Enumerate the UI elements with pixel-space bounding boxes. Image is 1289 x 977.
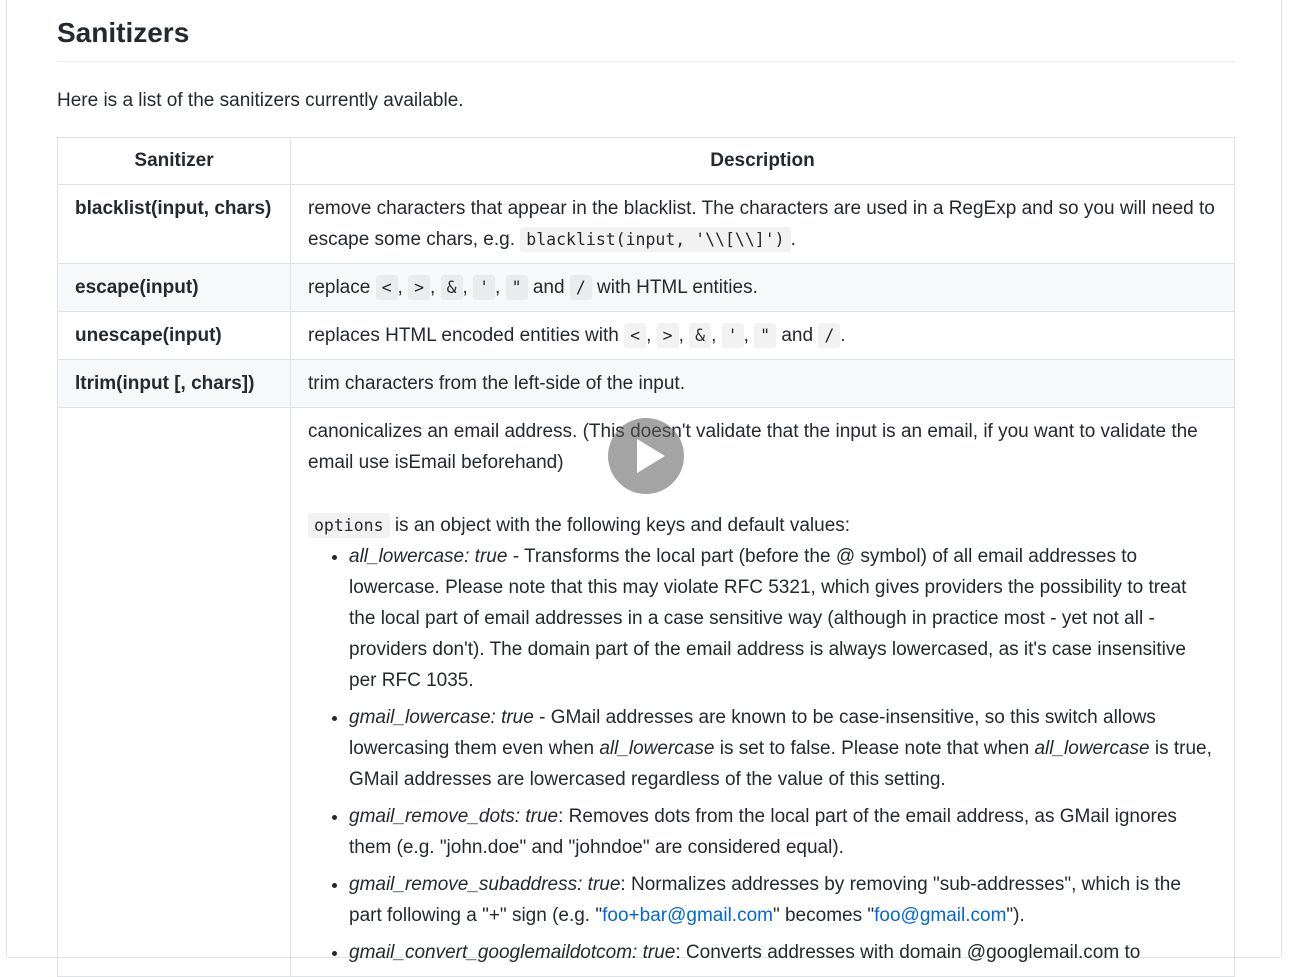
inline-code: / <box>818 323 841 348</box>
options-paragraph: options is an object with the following … <box>308 510 1217 541</box>
inline-code: options <box>308 513 390 538</box>
sanitizer-description: trim characters from the left-side of th… <box>290 359 1235 408</box>
description-text: . <box>790 229 796 250</box>
inline-code: ' <box>721 323 744 348</box>
table-row: ltrim(input [, chars]) trim characters f… <box>57 359 1235 408</box>
table-row: blacklist(input, chars) remove character… <box>57 184 1235 264</box>
option-text: - Transforms the local part (before the … <box>349 546 1187 691</box>
inline-code: > <box>656 323 679 348</box>
inline-code: > <box>408 275 431 300</box>
page-title: Sanitizers <box>57 17 190 48</box>
option-ref: all_lowercase <box>599 738 715 759</box>
sanitizer-name: escape(input) <box>57 263 291 312</box>
sanitizer-name: ltrim(input [, chars]) <box>57 359 291 408</box>
inline-code: < <box>624 323 647 348</box>
sanitizer-name: blacklist(input, chars) <box>57 184 291 264</box>
description-text: . <box>840 325 846 346</box>
description-text: and <box>527 277 570 298</box>
table-header-row: Sanitizer Description <box>57 137 1235 185</box>
list-item: gmail_remove_dots: true: Removes dots fr… <box>349 801 1217 863</box>
list-item: gmail_remove_subaddress: true: Normalize… <box>349 869 1217 931</box>
option-key: gmail_lowercase: true <box>349 707 534 728</box>
column-header-description: Description <box>290 137 1235 185</box>
options-list: all_lowercase: true - Transforms the loc… <box>308 541 1217 968</box>
option-text: is set to false. Please note that when <box>714 738 1035 759</box>
inline-code: " <box>505 275 528 300</box>
inline-code: / <box>569 275 592 300</box>
sanitizer-description: replace <, >, &, ', " and / with HTML en… <box>290 263 1235 312</box>
option-key: gmail_remove_dots: true <box>349 806 559 827</box>
intro-text: Here is a list of the sanitizers current… <box>57 90 464 111</box>
email-link[interactable]: foo+bar@gmail.com <box>602 905 773 926</box>
sanitizer-description: canonicalizes an email address. (This do… <box>290 407 1235 977</box>
inline-code: < <box>375 275 398 300</box>
list-item: all_lowercase: true - Transforms the loc… <box>349 541 1217 696</box>
inline-code: blacklist(input, '\\[\\]') <box>520 227 791 252</box>
sanitizer-description: replaces HTML encoded entities with <, >… <box>290 311 1235 360</box>
option-key: gmail_remove_subaddress: true <box>349 874 621 895</box>
inline-code: & <box>689 323 712 348</box>
sanitizer-description: remove characters that appear in the bla… <box>290 184 1235 264</box>
table-row: unescape(input) replaces HTML encoded en… <box>57 311 1235 360</box>
option-text: " becomes " <box>772 905 875 926</box>
description-text: replaces HTML encoded entities with <box>308 325 625 346</box>
option-ref: all_lowercase <box>1034 738 1150 759</box>
option-key: gmail_convert_googlemaildotcom: true <box>349 942 676 963</box>
inline-code: " <box>754 323 777 348</box>
list-item: gmail_lowercase: true - GMail addresses … <box>349 702 1217 795</box>
column-header-sanitizer: Sanitizer <box>57 137 291 185</box>
option-key: all_lowercase: true <box>349 546 508 567</box>
description-text: with HTML entities. <box>591 277 758 298</box>
email-link[interactable]: foo@gmail.com <box>874 905 1006 926</box>
sanitizer-name <box>57 407 291 977</box>
list-item: gmail_convert_googlemaildotcom: true: Co… <box>349 937 1217 968</box>
option-text: "). <box>1006 905 1025 926</box>
option-text: : Converts addresses with domain @google… <box>675 942 1141 963</box>
description-text: is an object with the following keys and… <box>389 515 851 536</box>
description-paragraph: canonicalizes an email address. (This do… <box>308 421 1198 473</box>
inline-code: ' <box>473 275 496 300</box>
sanitizer-name: unescape(input) <box>57 311 291 360</box>
table-row: escape(input) replace <, >, &, ', " and … <box>57 263 1235 312</box>
description-text: replace <box>308 277 376 298</box>
sanitizers-table: Sanitizer Description blacklist(input, c… <box>57 137 1235 977</box>
inline-code: & <box>440 275 463 300</box>
play-icon[interactable] <box>608 418 684 494</box>
description-text: and <box>776 325 819 346</box>
heading-divider <box>57 61 1235 62</box>
